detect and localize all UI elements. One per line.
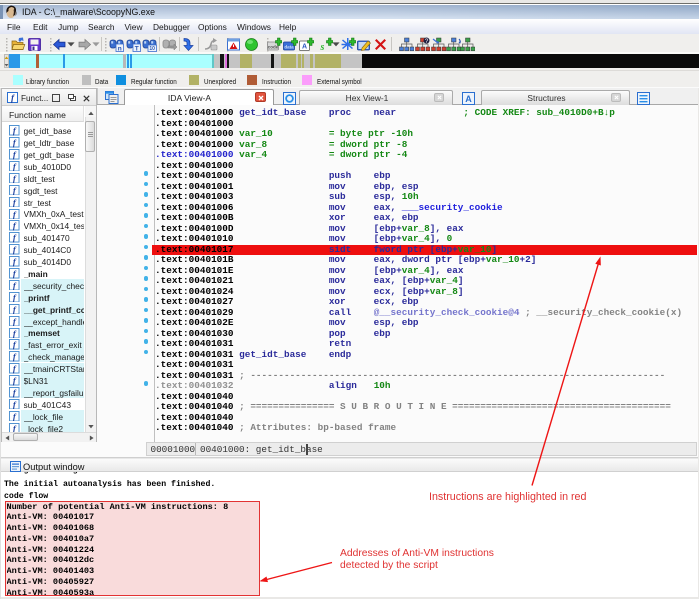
svg-text:A: A: [465, 94, 472, 104]
svg-text:data: data: [284, 44, 294, 49]
svg-text:10: 10: [149, 46, 155, 52]
svg-text:code: code: [268, 44, 279, 49]
svg-text:T: T: [134, 45, 138, 52]
svg-text:s: s: [319, 42, 324, 52]
svg-text:A: A: [302, 43, 307, 50]
svg-text:n: n: [117, 45, 121, 52]
